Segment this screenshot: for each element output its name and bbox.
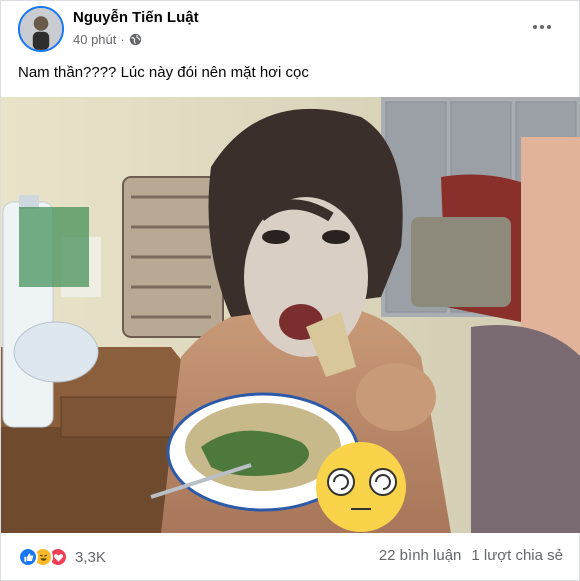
more-dot-icon <box>547 25 551 29</box>
reaction-count: 3,3K <box>75 548 106 566</box>
more-options-button[interactable] <box>527 15 557 39</box>
photo-image <box>1 97 580 533</box>
post-time[interactable]: 40 phút <box>73 32 116 47</box>
avatar-image <box>20 8 62 50</box>
globe-icon[interactable] <box>129 33 142 46</box>
post-footer: 3,3K 22 bình luận 1 lượt chia sẻ <box>1 533 580 581</box>
author-avatar[interactable] <box>18 6 64 52</box>
author-name[interactable]: Nguyễn Tiến Luật <box>73 9 199 26</box>
engagement-stats: 22 bình luận 1 lượt chia sẻ <box>379 547 563 564</box>
post-meta: 40 phút · <box>73 32 142 47</box>
post-photo[interactable] <box>1 97 580 533</box>
comments-count[interactable]: 22 bình luận <box>379 547 462 564</box>
shares-count[interactable]: 1 lượt chia sẻ <box>471 547 563 564</box>
post-caption: Nam thần???? Lúc này đói nên mặt hơi cọc <box>18 64 309 81</box>
reactions-summary[interactable]: 3,3K <box>18 547 106 567</box>
more-dot-icon <box>540 25 544 29</box>
more-dot-icon <box>533 25 537 29</box>
meta-separator: · <box>120 32 125 47</box>
like-icon <box>18 547 38 567</box>
post-card: Nguyễn Tiến Luật 40 phút · Nam thần???? … <box>0 0 580 581</box>
